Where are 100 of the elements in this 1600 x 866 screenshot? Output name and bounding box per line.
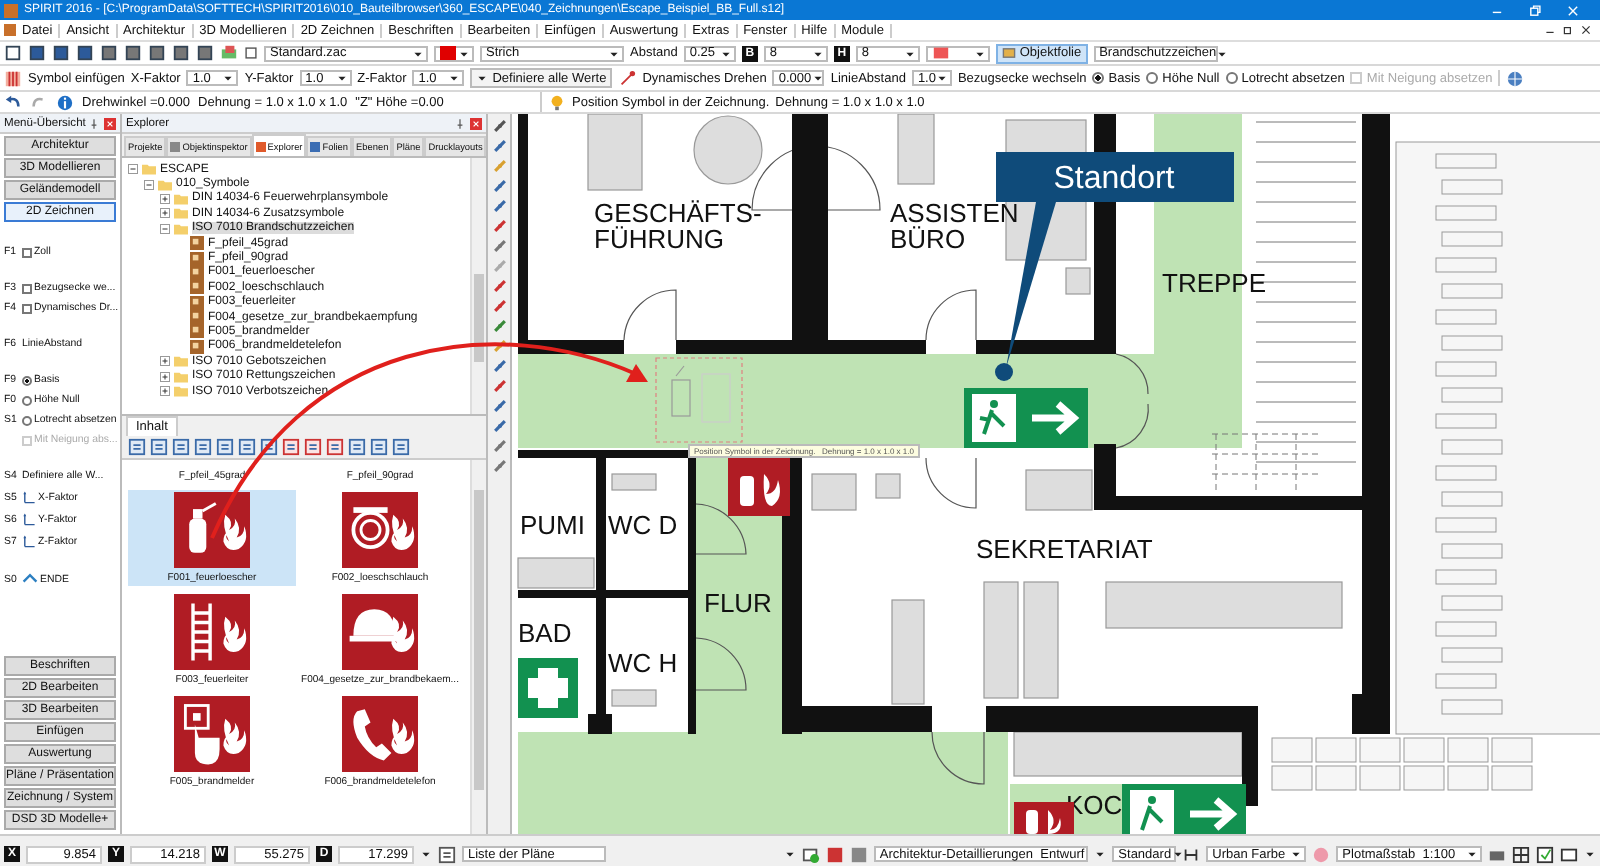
tool-icon[interactable] — [491, 238, 507, 254]
dropdown-arrow-icon — [1584, 848, 1596, 860]
expand-icon[interactable] — [160, 193, 170, 204]
close-icon[interactable] — [1580, 24, 1592, 36]
tool-icon[interactable] — [491, 318, 507, 334]
room-label: FLUR — [704, 588, 772, 618]
tool-icon[interactable] — [491, 338, 507, 354]
pin-icon[interactable] — [88, 117, 100, 129]
dropdown-arrow-icon — [1466, 848, 1478, 860]
lightbulb-icon — [548, 93, 566, 111]
redo-icon[interactable] — [30, 93, 48, 111]
dropdown-arrow-icon — [412, 47, 424, 59]
door-swing — [1115, 353, 1149, 449]
tool-icon[interactable] — [491, 298, 507, 314]
scrollbar[interactable] — [470, 460, 486, 834]
dropdown-arrow-icon — [719, 47, 732, 59]
phone-sign-icon — [342, 696, 418, 772]
tool-icon[interactable] — [491, 218, 507, 234]
check-icon[interactable] — [1536, 845, 1554, 863]
radio-button[interactable] — [22, 415, 32, 425]
room-label: SEKRETARIAT — [976, 534, 1153, 564]
axis-icon — [22, 490, 36, 504]
color-dropdown[interactable] — [925, 45, 990, 61]
room-label: WC D — [608, 510, 678, 540]
tool-icon[interactable] — [491, 378, 507, 394]
checkbox[interactable] — [22, 303, 32, 313]
door-swing — [931, 731, 985, 785]
tool-icon[interactable] — [491, 398, 507, 414]
tool-icon[interactable] — [491, 198, 507, 214]
tool-icon[interactable] — [491, 178, 507, 194]
dropdown-arrow-icon — [608, 47, 620, 59]
collapse-icon[interactable] — [144, 179, 154, 190]
tool-icon[interactable] — [491, 358, 507, 374]
dropdown-arrow-icon — [973, 47, 986, 59]
furniture — [983, 581, 1019, 699]
window-icon[interactable] — [1560, 845, 1578, 863]
tool-icon[interactable] — [491, 138, 507, 154]
fire-extinguisher-sign — [728, 458, 790, 516]
tool-icon[interactable] — [491, 418, 507, 434]
door-swing — [695, 637, 747, 691]
collapse-icon[interactable] — [160, 223, 170, 234]
furniture — [875, 473, 901, 499]
room-label: ASSISTEN BÜRO — [890, 198, 1019, 254]
exit-icon — [22, 572, 38, 588]
rotate-icon — [618, 69, 637, 87]
radio-button[interactable] — [22, 395, 32, 405]
dropdown-arrow-icon — [1216, 47, 1229, 59]
furniture — [1023, 581, 1059, 699]
pin-icon[interactable] — [454, 117, 466, 129]
dropdown-arrow-icon — [903, 47, 916, 59]
globe-icon[interactable] — [1506, 69, 1525, 87]
furniture — [611, 473, 657, 491]
room-label: PUMI — [520, 510, 585, 540]
tool-icon[interactable] — [491, 438, 507, 454]
dropdown-arrow-icon — [458, 47, 470, 59]
dropdown-arrow-icon — [783, 848, 796, 860]
tool-icon[interactable] — [491, 458, 507, 474]
dropdown-arrow-icon — [335, 72, 348, 84]
room-label: TREPPE — [1162, 268, 1267, 298]
axis-icon — [22, 534, 36, 548]
equipment-sign-icon — [342, 594, 418, 670]
furniture — [1065, 267, 1091, 295]
collapse-icon[interactable] — [128, 164, 138, 175]
call-point-sign-icon — [174, 696, 250, 772]
undo-icon[interactable] — [4, 93, 22, 111]
scrollbar[interactable] — [470, 158, 486, 414]
plan-list-icon[interactable] — [438, 845, 456, 863]
furniture — [517, 557, 595, 589]
dropdown-arrow-icon — [420, 848, 432, 860]
expand-icon[interactable] — [160, 386, 170, 397]
grid-icon[interactable] — [1512, 845, 1530, 863]
callout-label: Standort — [1053, 162, 1175, 196]
radio-button[interactable] — [22, 375, 32, 385]
tool-icon[interactable] — [491, 118, 507, 134]
first-aid-sign — [518, 658, 578, 718]
layer-icon — [1001, 46, 1016, 60]
extinguisher-sign-icon — [174, 492, 250, 568]
expand-icon[interactable] — [160, 208, 170, 219]
expand-icon[interactable] — [160, 356, 170, 367]
pen-color-dropdown[interactable] — [434, 45, 474, 61]
hose-sign-icon — [342, 492, 418, 568]
expand-icon[interactable] — [160, 371, 170, 382]
room-label: GESCHÄFTS- FÜHRUNG — [594, 198, 762, 254]
tool-icon[interactable] — [491, 278, 507, 294]
furniture — [891, 599, 925, 705]
door-swing — [925, 289, 977, 341]
dropdown-arrow-icon — [1290, 848, 1303, 860]
room-label: BAD — [518, 618, 572, 648]
furniture — [811, 473, 857, 511]
dropdown-arrow-icon — [1171, 848, 1184, 860]
door-swing — [623, 289, 677, 341]
furniture — [611, 689, 657, 707]
restore-icon[interactable] — [1562, 24, 1574, 36]
checkbox[interactable] — [22, 247, 32, 257]
exit-sign — [964, 388, 1088, 448]
checkbox[interactable] — [22, 283, 32, 293]
symbol-preview — [655, 357, 743, 443]
door-swing — [695, 503, 747, 555]
new-file-icon[interactable] — [4, 44, 22, 62]
pen-color-swatch — [440, 46, 456, 60]
